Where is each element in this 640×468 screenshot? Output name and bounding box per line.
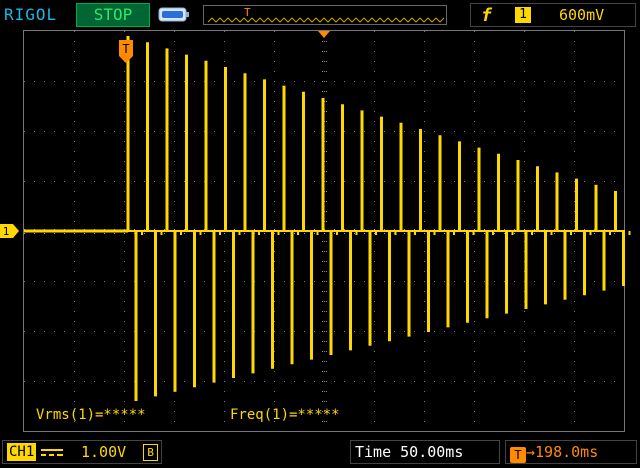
waveform-graticule: T bbox=[24, 31, 631, 422]
freq-measurement: Freq(1)=***** bbox=[230, 407, 340, 423]
trigger-offset-icon: T bbox=[510, 447, 526, 463]
bandwidth-limit-badge: B bbox=[143, 444, 158, 461]
ch1-ground-marker[interactable]: 1 bbox=[0, 223, 20, 239]
center-time-marker-icon bbox=[318, 31, 330, 38]
vrms-measurement: Vrms(1)=***** bbox=[36, 407, 146, 423]
dc-coupling-icon bbox=[41, 449, 63, 456]
svg-text:1: 1 bbox=[3, 225, 10, 238]
trigger-position-marker[interactable]: T bbox=[119, 40, 133, 63]
trigger-offset-setting[interactable]: T →198.0ms bbox=[505, 440, 637, 464]
trigger-marker-label: T bbox=[122, 42, 129, 56]
trigger-offset-value: 198.0ms bbox=[535, 443, 599, 461]
ch1-waveform-trace bbox=[24, 36, 631, 401]
ch1-label: CH1 bbox=[7, 443, 37, 461]
timebase-setting[interactable]: Time 50.00ms bbox=[350, 440, 500, 464]
bottom-status-bar: CH1 1.00V B Time 50.00ms T →198.0ms bbox=[0, 438, 640, 468]
ch1-settings[interactable]: CH1 1.00V B bbox=[2, 440, 162, 464]
ch1-vertical-scale: 1.00V bbox=[81, 443, 127, 461]
grid-lines bbox=[24, 31, 615, 422]
arrow-right-icon: → bbox=[526, 443, 536, 461]
